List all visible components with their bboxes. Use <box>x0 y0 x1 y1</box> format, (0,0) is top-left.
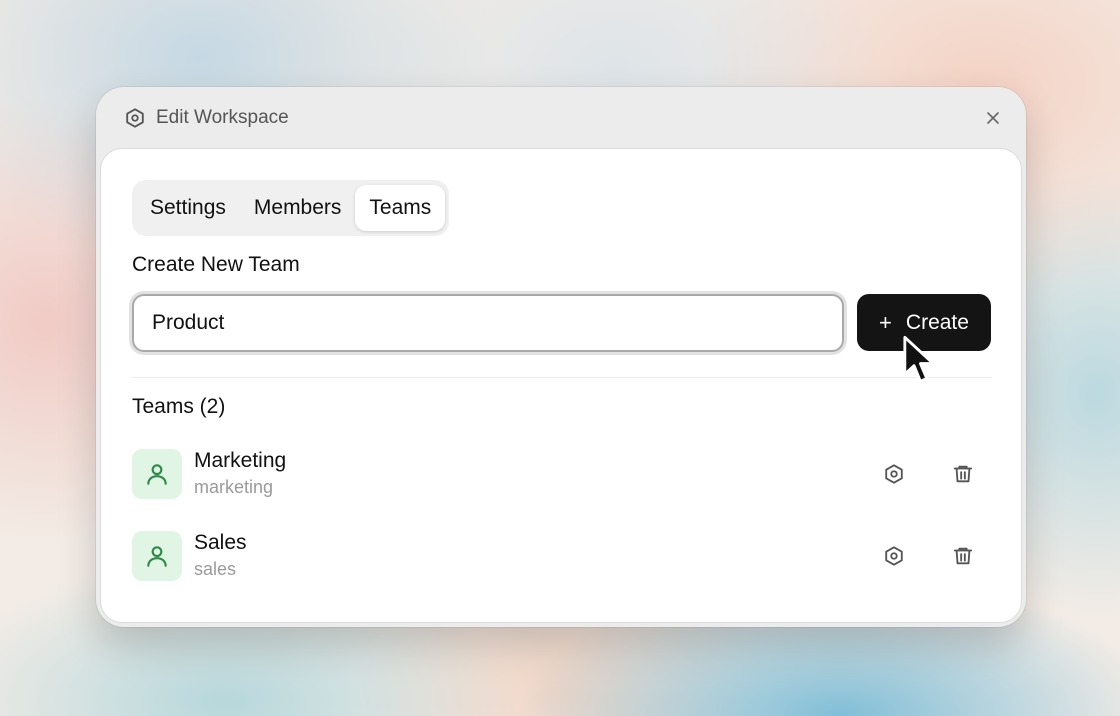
tab-bar: Settings Members Teams <box>132 180 450 236</box>
plus-icon: + <box>879 309 892 335</box>
tab-members[interactable]: Members <box>240 185 356 231</box>
tab-settings[interactable]: Settings <box>136 185 240 231</box>
dialog-titlebar: Edit Workspace <box>96 87 1026 147</box>
trash-icon <box>953 465 973 483</box>
hexagon-settings-icon <box>885 546 903 566</box>
teams-list-label: Teams (2) <box>132 395 226 418</box>
avatar <box>132 531 182 581</box>
team-name: Sales <box>194 531 247 554</box>
tab-teams[interactable]: Teams <box>355 185 446 231</box>
dialog-content: Settings Members Teams Create New Team +… <box>100 148 1022 623</box>
close-button[interactable] <box>982 107 1004 129</box>
create-button-label: Create <box>905 310 969 334</box>
user-icon <box>147 546 167 567</box>
team-name-input[interactable] <box>132 294 844 352</box>
hexagon-settings-icon <box>124 107 146 129</box>
user-icon <box>147 464 167 485</box>
team-settings-button[interactable] <box>881 543 907 569</box>
create-team-label: Create New Team <box>132 253 300 276</box>
team-name: Marketing <box>194 449 287 472</box>
dialog-title: Edit Workspace <box>156 107 289 128</box>
team-slug: sales <box>194 559 237 579</box>
hexagon-settings-icon <box>885 464 903 484</box>
close-icon <box>987 112 999 124</box>
divider <box>132 377 992 378</box>
team-settings-button[interactable] <box>881 461 907 487</box>
edit-workspace-dialog: Edit Workspace Settings Members Teams Cr… <box>96 87 1026 627</box>
avatar <box>132 449 182 499</box>
team-row: Marketing marketing <box>132 447 992 503</box>
mouse-pointer-icon <box>903 335 935 383</box>
team-row: Sales sales <box>132 529 992 585</box>
team-slug: marketing <box>194 477 274 497</box>
team-delete-button[interactable] <box>950 461 976 487</box>
trash-icon <box>953 547 973 565</box>
team-delete-button[interactable] <box>950 543 976 569</box>
